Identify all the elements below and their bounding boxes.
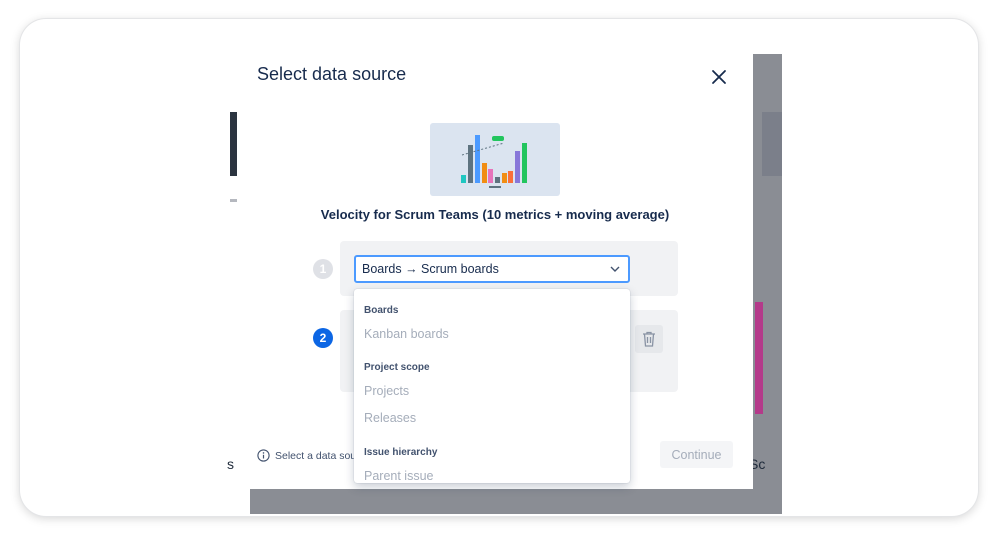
select-value: Boards → Scrum boards <box>362 262 499 276</box>
template-thumbnail <box>430 123 560 196</box>
info-icon <box>257 449 270 462</box>
option-parent-issue[interactable]: Parent issue <box>364 469 433 483</box>
group-heading-project-scope: Project scope <box>364 362 430 373</box>
continue-button[interactable]: Continue <box>660 441 733 468</box>
trash-icon <box>643 331 655 347</box>
step-1-number: 1 <box>313 259 333 279</box>
hint-text: Select a data sour <box>275 449 360 462</box>
template-name: Velocity for Scrum Teams (10 metrics + m… <box>320 207 670 222</box>
close-icon <box>712 70 726 84</box>
select-data-source-dialog: Select data source Velocity for Scrum Te… <box>237 41 753 489</box>
group-heading-issue-hierarchy: Issue hierarchy <box>364 447 438 458</box>
group-heading-boards: Boards <box>364 305 399 316</box>
bar-chart-preview-icon <box>461 135 527 188</box>
close-button[interactable] <box>707 65 731 89</box>
delete-step-button[interactable] <box>635 325 663 353</box>
option-releases[interactable]: Releases <box>364 411 416 425</box>
option-projects[interactable]: Projects <box>364 384 409 398</box>
step-2-number: 2 <box>313 328 333 348</box>
app-window: s Sc Select data source Velocity for Scr… <box>20 19 978 516</box>
background-chart-bar <box>755 302 763 414</box>
option-kanban-boards[interactable]: Kanban boards <box>364 327 449 341</box>
chevron-down-icon <box>610 266 620 272</box>
background-panel <box>762 112 782 176</box>
data-source-dropdown-menu: Boards Kanban boards Project scope Proje… <box>354 289 630 483</box>
dialog-title: Select data source <box>257 64 407 84</box>
background-text: s <box>227 456 234 472</box>
data-source-select[interactable]: Boards → Scrum boards <box>354 255 630 283</box>
hint-message: Select a data sour <box>257 449 360 462</box>
